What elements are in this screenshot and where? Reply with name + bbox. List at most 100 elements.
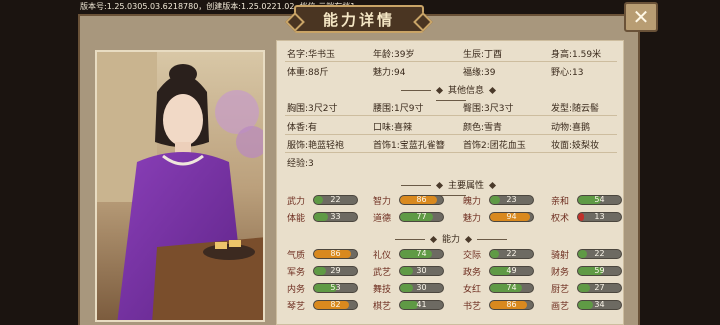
stat-value: 41 [416,300,427,309]
stat-bar: 86 [399,195,444,205]
stat-label: 政务 [463,268,482,278]
stat-bar: 77 [399,212,444,222]
stat-value: 22 [506,249,517,258]
stat-bar: 34 [577,300,622,310]
basic-ambition: 野心:13 [551,68,584,78]
stat-bar: 13 [577,212,622,222]
other-makeup: 妆面:妓梨妆 [551,141,600,151]
stat-label: 画艺 [551,302,570,312]
stat-bar: 41 [399,300,444,310]
basic-height: 身高:1.59米 [551,50,602,60]
basic-luck: 福缘:39 [463,68,496,78]
stat-value: 22 [594,249,605,258]
stat-bar: 49 [489,266,534,276]
stat-value: 23 [506,195,517,204]
stat-label: 气质 [287,251,306,261]
character-portrait [95,50,265,322]
divider [285,115,617,116]
stat-bar: 82 [313,300,358,310]
basic-name: 名字:华书玉 [287,50,336,60]
stat-bar: 22 [489,249,534,259]
stat-bar: 29 [313,266,358,276]
stat-label: 琴艺 [287,302,306,312]
other-color: 颜色:雪青 [463,123,503,133]
basic-birth: 生辰:丁酉 [463,50,503,60]
stat-label: 魄力 [463,197,482,207]
stat-value: 29 [330,266,341,275]
stat-label: 骑射 [551,251,570,261]
other-hairstyle: 发型:随云髻 [551,104,600,114]
other-scent: 体香:有 [287,123,318,133]
stat-label: 财务 [551,268,570,278]
stat-label: 交际 [463,251,482,261]
stat-label: 道德 [373,214,392,224]
stat-label: 体能 [287,214,306,224]
stat-value: 74 [416,249,427,258]
stat-value: 82 [330,300,341,309]
basic-charm: 魅力:94 [373,68,406,78]
stat-label: 武力 [287,197,306,207]
stat-bar: 30 [399,266,444,276]
stat-bar: 23 [489,195,534,205]
stat-value: 94 [506,212,517,221]
other-jewelry1: 首饰1:宝蓝孔雀簪 [373,141,445,151]
stat-value: 33 [330,212,341,221]
stat-label: 舞技 [373,285,392,295]
stat-label: 军务 [287,268,306,278]
other-animal: 动物:喜鹅 [551,123,591,133]
basic-age: 年龄:39岁 [373,50,415,60]
stat-value: 34 [594,300,605,309]
stat-bar: 94 [489,212,534,222]
stat-bar: 53 [313,283,358,293]
stat-label: 亲和 [551,197,570,207]
stat-label: 魅力 [463,214,482,224]
stat-value: 54 [594,195,605,204]
stat-bar: 86 [313,249,358,259]
divider [285,61,617,62]
info-panel: 名字:华书玉 年龄:39岁 生辰:丁酉 身高:1.59米 体重:88斤 魅力:9… [276,40,624,325]
stat-bar: 30 [399,283,444,293]
page-title: 能力详情 [294,5,424,33]
stat-label: 厨艺 [551,285,570,295]
stat-value: 86 [330,249,341,258]
stat-bar: 86 [489,300,534,310]
stat-label: 棋艺 [373,302,392,312]
stat-label: 女红 [463,285,482,295]
page-title-text: 能力详情 [322,10,395,29]
basic-weight: 体重:88斤 [287,68,329,78]
stat-value: 77 [416,212,427,221]
close-button[interactable]: ✕ [624,2,658,32]
close-icon: ✕ [632,5,650,29]
other-bust: 胸围:3尺2寸 [287,104,338,114]
stat-bar: 22 [577,249,622,259]
stat-bar: 59 [577,266,622,276]
other-waist: 腰围:1尺9寸 [373,104,424,114]
stat-bar: 54 [577,195,622,205]
other-taste: 口味:喜辣 [373,123,413,133]
stat-label: 武艺 [373,268,392,278]
stat-bar: 27 [577,283,622,293]
stat-value: 27 [594,283,605,292]
stat-label: 内务 [287,285,306,295]
other-exp: 经验:3 [287,159,314,169]
stat-bar: 22 [313,195,358,205]
other-clothing: 服饰:艳蓝轻袍 [287,141,345,151]
stat-value: 74 [506,283,517,292]
stat-value: 53 [330,283,341,292]
stat-value: 22 [330,195,341,204]
other-hip: 臀围:3尺3寸 [463,104,514,114]
divider [285,152,617,153]
stat-value: 49 [506,266,517,275]
stat-label: 权术 [551,214,570,224]
stat-label: 书艺 [463,302,482,312]
stat-bar: 33 [313,212,358,222]
stat-bar: 74 [489,283,534,293]
stat-value: 86 [506,300,517,309]
stat-bar: 74 [399,249,444,259]
stat-value: 13 [594,212,605,221]
stat-value: 59 [594,266,605,275]
section-abilities: 能力 [391,232,511,245]
stat-value: 30 [416,283,427,292]
stat-value: 30 [416,266,427,275]
divider [285,134,617,135]
